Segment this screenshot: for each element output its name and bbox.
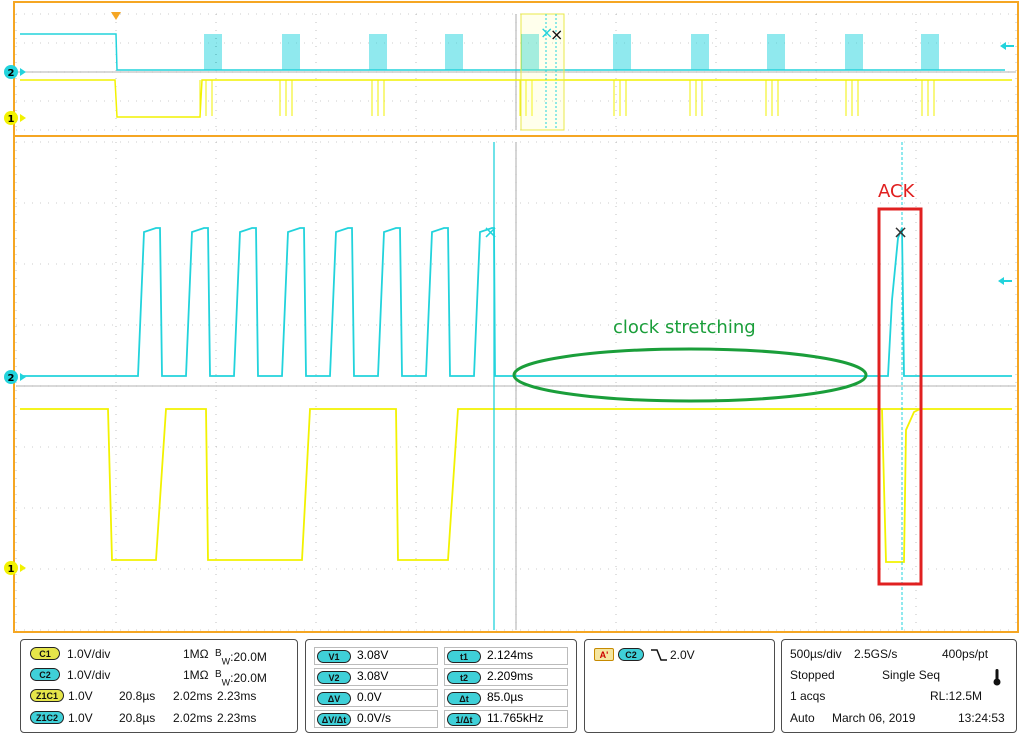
z1c2-end: 2.23ms [217,711,257,725]
dv-readout[interactable]: ΔV 0.0V [314,689,438,707]
v2-value: 3.08V [357,669,389,683]
v1-badge[interactable]: V1 [317,650,351,663]
svg-text:1: 1 [8,564,15,575]
dvdt-badge[interactable]: ΔV/Δt [317,713,351,726]
trigger-source-badge[interactable]: C2 [618,648,644,661]
horizontal-scale: 500µs/div [790,647,842,661]
dv-value: 0.0V [357,690,382,704]
cursor-readout-panel: V1 3.08V V2 3.08V ΔV 0.0V ΔV/Δt 0.0V/s t1 2.1… [305,639,577,733]
cursor-t2-x-icon: × [893,222,908,243]
z1c1-badge[interactable]: Z1C1 [30,689,64,702]
z1c2-badge[interactable]: Z1C2 [30,711,64,724]
ch1-zoom-marker: 1 [4,561,26,575]
z1c1-timediv: 20.8µs [119,689,156,703]
cursor-t1-x-icon: × [483,222,498,243]
z1c1-end: 2.23ms [217,689,257,703]
ch2-scale: 1.0V/div [67,668,111,682]
dvdt-readout[interactable]: ΔV/Δt 0.0V/s [314,710,438,728]
acq-time: 13:24:53 [958,711,1005,725]
trigger-mode-badge[interactable]: A' [594,648,614,661]
right-edge-arrow-icon-2 [998,277,1012,285]
acq-row-3: 1 acqs RL:12.5M [782,687,1018,705]
ch2-overview-marker: 2 [4,65,26,79]
overview-ch2-trace [20,33,1005,71]
dt-value: 85.0µs [487,690,524,704]
thermometer-icon [993,669,1001,686]
v1-readout[interactable]: V1 3.08V [314,647,438,665]
ch2-impedance: 1MΩ [183,668,209,682]
acq-row-1: 500µs/div 2.5GS/s 400ps/pt [782,645,1018,663]
inv-dt-value: 11.765kHz [487,711,544,725]
ch2-badge[interactable]: C2 [30,668,60,681]
right-edge-arrow-icon [1000,42,1014,50]
dt-readout[interactable]: Δt 85.0µs [444,689,568,707]
v1-value: 3.08V [357,648,389,662]
ch1-overview-marker: 1 [4,111,26,125]
acq-count: 1 acqs [790,689,826,703]
t1-readout[interactable]: t1 2.124ms [444,647,568,665]
clock-stretching-label: clock stretching [613,317,756,338]
t1-value: 2.124ms [487,648,534,662]
sample-rate: 2.5GS/s [854,647,898,661]
zoom-grid [15,141,1017,631]
trigger-row[interactable]: A' C2 2.0V [585,646,776,664]
z1c2-timediv: 20.8µs [119,711,156,725]
inv-dt-badge[interactable]: 1/Δt [447,713,481,726]
ch1-badge[interactable]: C1 [30,647,60,660]
z1c1-row[interactable]: Z1C1 1.0V 20.8µs 2.02ms 2.23ms [21,687,299,705]
acquisition-panel[interactable]: 500µs/div 2.5GS/s 400ps/pt Stopped Singl… [781,639,1017,733]
z1c2-pos: 2.02ms [173,711,213,725]
z1c1-scale: 1.0V [68,689,93,703]
acq-mode: Single Seq [882,668,941,682]
acq-date: March 06, 2019 [832,711,916,725]
trigger-position-icon [111,12,121,20]
ch1-scale: 1.0V/div [67,647,111,661]
ack-label: ACK [878,181,916,202]
oscilloscope-display: × × × × 2 1 2 1 clock stretching ACK C1 … [0,0,1023,736]
t1-badge[interactable]: t1 [447,650,481,663]
record-length: RL:12.5M [930,689,983,703]
overview-grid [15,13,1017,131]
v2-badge[interactable]: V2 [317,671,351,684]
acq-row-2: Stopped Single Seq [782,666,1018,686]
svg-text:1: 1 [8,114,15,125]
t2-badge[interactable]: t2 [447,671,481,684]
dvdt-value: 0.0V/s [357,711,392,725]
acq-row-4: Auto March 06, 2019 13:24:53 [782,709,1018,727]
channel-settings-panel: C1 1.0V/div 1MΩ BW:20.0M C2 1.0V/div 1MΩ… [20,639,298,733]
ch1-row[interactable]: C1 1.0V/div 1MΩ BW:20.0M [21,645,299,666]
trigger-panel[interactable]: A' C2 2.0V [584,639,775,733]
svg-text:2: 2 [8,68,15,79]
falling-edge-icon [651,649,667,661]
dt-badge[interactable]: Δt [447,692,481,705]
acq-state: Stopped [790,668,835,682]
svg-text:2: 2 [8,373,15,384]
waveform-area: × × × × 2 1 2 1 clock stretching ACK [4,1,1019,633]
dv-badge[interactable]: ΔV [317,692,351,705]
resolution: 400ps/pt [942,647,989,661]
trigger-level: 2.0V [670,648,695,662]
z1c2-row[interactable]: Z1C2 1.0V 20.8µs 2.02ms 2.23ms [21,709,299,727]
inv-dt-readout[interactable]: 1/Δt 11.765kHz [444,710,568,728]
ch2-row[interactable]: C2 1.0V/div 1MΩ BW:20.0M [21,666,299,687]
clock-stretching-ellipse [512,347,868,403]
t2-readout[interactable]: t2 2.209ms [444,668,568,686]
overview-cursor-x-2: × [550,25,563,44]
v2-readout[interactable]: V2 3.08V [314,668,438,686]
t2-value: 2.209ms [487,669,534,683]
ch1-impedance: 1MΩ [183,647,209,661]
z1c1-pos: 2.02ms [173,689,213,703]
z1c2-scale: 1.0V [68,711,93,725]
ch2-zoom-marker: 2 [4,370,26,384]
trigger-mode: Auto [790,711,815,725]
